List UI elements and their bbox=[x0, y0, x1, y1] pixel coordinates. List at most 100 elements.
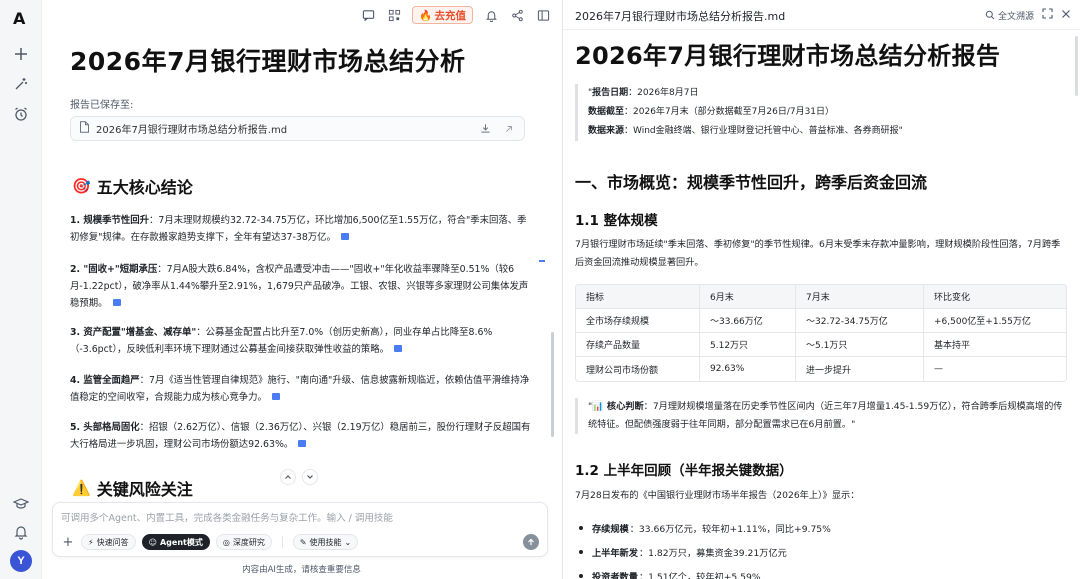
chevron-up-icon[interactable] bbox=[280, 469, 296, 485]
composer-toolbar: + ⚡ 快速问答 ☺ Agent模式 ◎ 深度研究 ✎ 使用技能 ⌄ bbox=[61, 534, 359, 550]
meta-value: ：2026年8月7日 bbox=[628, 88, 699, 98]
chat-title: 2026年7月银行理财市场总结分析 bbox=[70, 47, 466, 76]
share-icon[interactable] bbox=[509, 7, 525, 23]
quote-body: ：7月理财规模增量落在历史季节性区间内（近三年7月增量1.45-1.59万亿），… bbox=[588, 401, 1063, 430]
chat-scrollbar[interactable] bbox=[551, 332, 554, 437]
table-header: 环比变化 bbox=[924, 285, 1066, 309]
table-cell: 存续产品数量 bbox=[576, 333, 700, 357]
app-logo[interactable]: A bbox=[13, 9, 25, 28]
citation-marker[interactable] bbox=[112, 299, 121, 306]
subsection-heading: 1.2 上半年回顾（半年报关键数据） bbox=[575, 463, 793, 479]
add-attachment-icon[interactable]: + bbox=[61, 535, 75, 550]
source-trace-button[interactable]: 全文溯源 bbox=[985, 9, 1034, 22]
new-chat-icon[interactable] bbox=[11, 44, 31, 64]
document-tab-title: 2026年7月银行理财市场总结分析报告.md bbox=[575, 10, 786, 23]
saved-label: 报告已保存至: bbox=[70, 100, 134, 111]
magic-wand-icon[interactable] bbox=[11, 74, 31, 94]
send-button[interactable] bbox=[523, 534, 539, 550]
use-skill-label: 使用技能 bbox=[309, 537, 342, 547]
table-cell: 92.63% bbox=[700, 357, 796, 381]
search-icon bbox=[985, 10, 995, 20]
meta-row: 数据截至：2026年7月末（部分数据截至7月26日/7月31日） bbox=[588, 103, 1055, 122]
recharge-button[interactable]: 🔥 去充值 bbox=[412, 6, 473, 24]
quote-head: 核心判断 bbox=[603, 401, 644, 412]
close-icon[interactable] bbox=[1061, 9, 1071, 22]
table-cell: ～33.66万亿 bbox=[700, 309, 796, 333]
bullet-value: ：1.82万只，募集资金39.21万亿元 bbox=[638, 548, 787, 559]
bullet-key: 上半年新发 bbox=[592, 548, 638, 559]
graduation-cap-icon[interactable] bbox=[11, 494, 31, 514]
skill-icon: ✎ bbox=[299, 537, 307, 547]
arrow-up-icon bbox=[528, 538, 534, 545]
conclusion-item: 1. 规模季节性回升：7月末理财规模约32.72-34.75万亿，环比增加6,5… bbox=[70, 212, 532, 246]
ai-disclaimer: 内容由AI生成，请核查重要信息 bbox=[242, 565, 361, 575]
bolt-icon: ⚡ bbox=[88, 537, 94, 547]
meta-value: ：2026年7月末（部分数据截至7月26日/7月31日） bbox=[624, 107, 835, 117]
table-header: 6月末 bbox=[700, 285, 796, 309]
bullet-key: 存续规模 bbox=[592, 524, 629, 535]
deep-research-label: 深度研究 bbox=[232, 537, 265, 547]
citation-marker[interactable] bbox=[394, 345, 403, 352]
deep-research-button[interactable]: ◎ 深度研究 bbox=[215, 534, 272, 550]
download-icon[interactable] bbox=[478, 122, 492, 136]
use-skill-button[interactable]: ✎ 使用技能 ⌄ bbox=[292, 534, 359, 550]
composer-placeholder[interactable]: 可调用多个Agent、内置工具，完成各类金融任务与复杂工作。输入 / 调用技能 bbox=[61, 510, 393, 524]
table-cell: 理财公司市场份额 bbox=[576, 357, 700, 381]
agent-mode-button[interactable]: ☺ Agent模式 bbox=[141, 534, 210, 550]
conclusion-head: 4. 监管全面趋严 bbox=[70, 375, 140, 386]
qr-code-icon[interactable] bbox=[386, 7, 402, 23]
conclusion-item: 3. 资产配置"增基金、减存单"：公募基金配置占比升至7.0%（创历史新高），同… bbox=[70, 324, 532, 358]
agent-mode-label: Agent模式 bbox=[159, 537, 203, 547]
fire-icon: 🔥 bbox=[419, 9, 433, 22]
table-cell: ～5.1万只 bbox=[796, 333, 924, 357]
table-cell: 全市场存续规模 bbox=[576, 309, 700, 333]
conclusion-item: 5. 头部格局固化：招银（2.62万亿）、信银（2.36万亿）、兴银（2.19万… bbox=[70, 419, 532, 453]
section-title: 五大核心结论 bbox=[96, 178, 193, 197]
meta-row: 数据来源：Wind金融终端、银行业理财登记托管中心、普益标准、各券商研报" bbox=[588, 122, 1055, 141]
document-actions: 全文溯源 bbox=[985, 8, 1071, 22]
warning-icon: ⚠️ bbox=[72, 479, 91, 497]
document-scrollbar[interactable] bbox=[1075, 36, 1078, 96]
user-avatar[interactable]: Y bbox=[10, 550, 32, 572]
chevron-down-icon[interactable] bbox=[302, 469, 318, 485]
alarm-clock-icon[interactable] bbox=[11, 104, 31, 124]
comment-icon[interactable] bbox=[360, 7, 376, 23]
quick-qa-label: 快速问答 bbox=[96, 537, 129, 547]
conclusion-item: 4. 监管全面趋严：7月《适当性管理自律规范》施行、"南向通"升级、信息披露新规… bbox=[70, 372, 532, 406]
paragraph: 7月银行理财市场延续"季末回落、季初修复"的季节性规律。6月末受季末存款冲量影响… bbox=[575, 239, 1061, 268]
citation-marker[interactable] bbox=[271, 393, 280, 400]
document-icon bbox=[79, 121, 90, 136]
scroll-position-marker bbox=[539, 260, 545, 262]
notification-bell-icon[interactable] bbox=[11, 522, 31, 542]
citation-marker[interactable] bbox=[340, 233, 349, 240]
section-key-risks: ⚠️ 关键风险关注 bbox=[72, 476, 193, 500]
citation-marker[interactable] bbox=[298, 440, 307, 447]
conclusion-head: 2. "固收+"短期承压 bbox=[70, 264, 158, 275]
table-cell: — bbox=[934, 364, 943, 374]
list-item: 投资者数量 ：1.51亿个，较年初+5.59% bbox=[579, 564, 1059, 579]
recharge-label: 去充值 bbox=[434, 9, 467, 22]
bell-icon[interactable] bbox=[483, 7, 499, 23]
meta-row: "报告日期：2026年8月7日 bbox=[588, 84, 1055, 103]
chevron-down-icon: ⌄ bbox=[344, 537, 352, 547]
document-title: 2026年7月银行理财市场总结分析报告 bbox=[575, 42, 1001, 70]
table-header-row: 指标 6月末 7月末 环比变化 bbox=[576, 285, 1066, 309]
paragraph: 7月28日发布的《中国银行业理财市场半年报告（2026年上）》显示： bbox=[575, 490, 860, 501]
chat-pane: 🔥 去充值 2026年7月银行理财市场总结分析 报告已保存至: 2026年7月银… bbox=[42, 0, 561, 579]
meta-key: 数据来源 bbox=[588, 126, 625, 136]
message-nav bbox=[280, 469, 318, 485]
table-header: 7月末 bbox=[796, 285, 924, 309]
chat-composer[interactable]: 可调用多个Agent、内置工具，完成各类金融任务与复杂工作。输入 / 调用技能 … bbox=[52, 502, 548, 557]
fullscreen-icon[interactable] bbox=[1042, 8, 1053, 22]
table-cell: +6,500亿至+1.55万亿 bbox=[924, 309, 1066, 333]
panel-toggle-icon[interactable] bbox=[535, 7, 551, 23]
saved-file-card[interactable]: 2026年7月银行理财市场总结分析报告.md bbox=[70, 116, 525, 141]
toolbar-divider bbox=[281, 536, 283, 548]
quick-qa-button[interactable]: ⚡ 快速问答 bbox=[81, 534, 136, 550]
conclusion-head: 1. 规模季节性回升 bbox=[70, 215, 149, 226]
meta-key: 报告日期 bbox=[592, 88, 629, 98]
chart-emoji-icon: 📊 bbox=[592, 401, 604, 412]
conclusion-item: 2. "固收+"短期承压：7月A股大跌6.84%，含权产品遭受冲击——"固收+"… bbox=[70, 261, 532, 312]
open-external-icon[interactable] bbox=[502, 122, 516, 136]
meta-key: 数据截至 bbox=[588, 107, 625, 117]
